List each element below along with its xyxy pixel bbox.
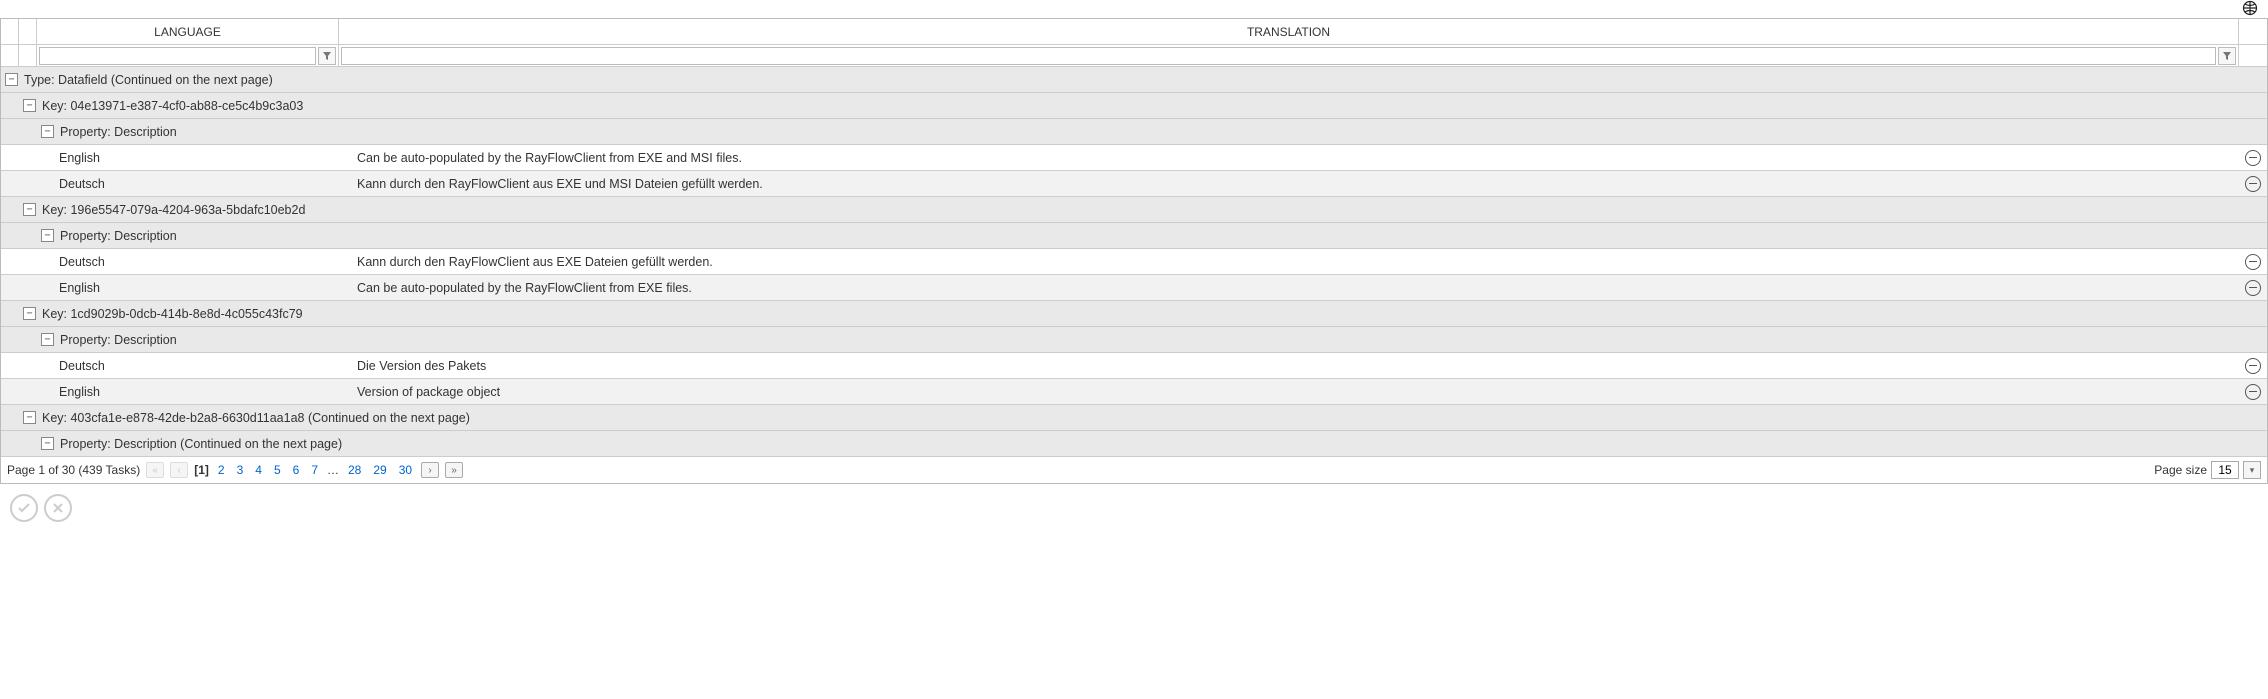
pager-page-link[interactable]: 3 bbox=[234, 463, 247, 477]
group-key: − Key: 1cd9029b-0dcb-414b-8e8d-4c055c43f… bbox=[1, 301, 2267, 327]
table-row: English Can be auto-populated by the Ray… bbox=[1, 275, 2267, 301]
group-key: − Key: 196e5547-079a-4204-963a-5bdafc10e… bbox=[1, 197, 2267, 223]
pager-page-link[interactable]: 5 bbox=[271, 463, 284, 477]
cell-language: Deutsch bbox=[55, 353, 357, 378]
cell-translation: Can be auto-populated by the RayFlowClie… bbox=[357, 275, 2239, 300]
cell-language: Deutsch bbox=[55, 171, 357, 196]
collapse-toggle[interactable]: − bbox=[41, 125, 54, 138]
group-label: Key: 403cfa1e-e878-42de-b2a8-6630d11aa1a… bbox=[42, 411, 470, 425]
cell-language: English bbox=[55, 145, 357, 170]
group-property: − Property: Description bbox=[1, 327, 2267, 353]
pager-page-link[interactable]: 7 bbox=[308, 463, 321, 477]
group-label: Property: Description bbox=[60, 333, 177, 347]
table-row: Deutsch Kann durch den RayFlowClient aus… bbox=[1, 249, 2267, 275]
column-header-translation[interactable]: TRANSLATION bbox=[339, 19, 2239, 44]
grid-filter-row bbox=[1, 45, 2267, 67]
cell-language: English bbox=[55, 379, 357, 404]
grid-header-row: LANGUAGE TRANSLATION bbox=[1, 19, 2267, 45]
filter-input-translation[interactable] bbox=[341, 47, 2216, 65]
remove-row-button[interactable] bbox=[2245, 358, 2261, 374]
filter-button-translation[interactable] bbox=[2218, 47, 2236, 65]
pager-page-link[interactable]: 2 bbox=[215, 463, 228, 477]
remove-row-button[interactable] bbox=[2245, 176, 2261, 192]
pager: Page 1 of 30 (439 Tasks) « ‹ [1] 2 3 4 5… bbox=[1, 457, 2267, 483]
collapse-toggle[interactable]: − bbox=[41, 229, 54, 242]
pager-first-button[interactable]: « bbox=[146, 462, 164, 478]
collapse-toggle[interactable]: − bbox=[41, 333, 54, 346]
cell-translation: Kann durch den RayFlowClient aus EXE Dat… bbox=[357, 249, 2239, 274]
column-header-language[interactable]: LANGUAGE bbox=[37, 19, 339, 44]
group-label: Property: Description (Continued on the … bbox=[60, 437, 342, 451]
globe-icon[interactable] bbox=[2242, 0, 2258, 19]
pager-summary: Page 1 of 30 (439 Tasks) bbox=[7, 463, 140, 477]
collapse-toggle[interactable]: − bbox=[23, 203, 36, 216]
confirm-button[interactable] bbox=[10, 494, 38, 522]
cell-translation: Can be auto-populated by the RayFlowClie… bbox=[357, 145, 2239, 170]
filter-input-language[interactable] bbox=[39, 47, 316, 65]
group-property: − Property: Description bbox=[1, 223, 2267, 249]
footer-actions bbox=[0, 484, 2268, 532]
group-key: − Key: 403cfa1e-e878-42de-b2a8-6630d11aa… bbox=[1, 405, 2267, 431]
pager-page-link[interactable]: 6 bbox=[290, 463, 303, 477]
group-label: Key: 04e13971-e387-4cf0-ab88-ce5c4b9c3a0… bbox=[42, 99, 303, 113]
collapse-toggle[interactable]: − bbox=[41, 437, 54, 450]
table-row: English Version of package object bbox=[1, 379, 2267, 405]
group-label: Type: Datafield (Continued on the next p… bbox=[24, 73, 273, 87]
page-size-input[interactable] bbox=[2211, 461, 2239, 479]
table-row: Deutsch Kann durch den RayFlowClient aus… bbox=[1, 171, 2267, 197]
table-row: Deutsch Die Version des Pakets bbox=[1, 353, 2267, 379]
collapse-toggle[interactable]: − bbox=[23, 99, 36, 112]
pager-next-button[interactable]: › bbox=[421, 462, 439, 478]
cancel-button[interactable] bbox=[44, 494, 72, 522]
remove-row-button[interactable] bbox=[2245, 150, 2261, 166]
group-key: − Key: 04e13971-e387-4cf0-ab88-ce5c4b9c3… bbox=[1, 93, 2267, 119]
group-label: Key: 196e5547-079a-4204-963a-5bdafc10eb2… bbox=[42, 203, 305, 217]
pager-last-button[interactable]: » bbox=[445, 462, 463, 478]
page-size-label: Page size bbox=[2154, 463, 2207, 477]
cell-translation: Die Version des Pakets bbox=[357, 353, 2239, 378]
group-label: Property: Description bbox=[60, 125, 177, 139]
page-size-dropdown[interactable]: ▾ bbox=[2243, 461, 2261, 479]
remove-row-button[interactable] bbox=[2245, 254, 2261, 270]
pager-page-link[interactable]: 29 bbox=[370, 463, 389, 477]
group-type: − Type: Datafield (Continued on the next… bbox=[1, 67, 2267, 93]
cell-translation: Version of package object bbox=[357, 379, 2239, 404]
group-label: Property: Description bbox=[60, 229, 177, 243]
group-label: Key: 1cd9029b-0dcb-414b-8e8d-4c055c43fc7… bbox=[42, 307, 303, 321]
pager-current-page: [1] bbox=[194, 463, 209, 477]
collapse-toggle[interactable]: − bbox=[5, 73, 18, 86]
cell-language: English bbox=[55, 275, 357, 300]
pager-page-link[interactable]: 30 bbox=[396, 463, 415, 477]
remove-row-button[interactable] bbox=[2245, 384, 2261, 400]
group-property: − Property: Description bbox=[1, 119, 2267, 145]
pager-prev-button[interactable]: ‹ bbox=[170, 462, 188, 478]
group-property: − Property: Description (Continued on th… bbox=[1, 431, 2267, 457]
remove-row-button[interactable] bbox=[2245, 280, 2261, 296]
pager-ellipsis: … bbox=[327, 463, 339, 477]
translation-grid: LANGUAGE TRANSLATION − Type: Datafield (… bbox=[0, 18, 2268, 484]
pager-page-link[interactable]: 28 bbox=[345, 463, 364, 477]
collapse-toggle[interactable]: − bbox=[23, 411, 36, 424]
cell-translation: Kann durch den RayFlowClient aus EXE und… bbox=[357, 171, 2239, 196]
collapse-toggle[interactable]: − bbox=[23, 307, 36, 320]
filter-button-language[interactable] bbox=[318, 47, 336, 65]
table-row: English Can be auto-populated by the Ray… bbox=[1, 145, 2267, 171]
cell-language: Deutsch bbox=[55, 249, 357, 274]
pager-page-link[interactable]: 4 bbox=[252, 463, 265, 477]
